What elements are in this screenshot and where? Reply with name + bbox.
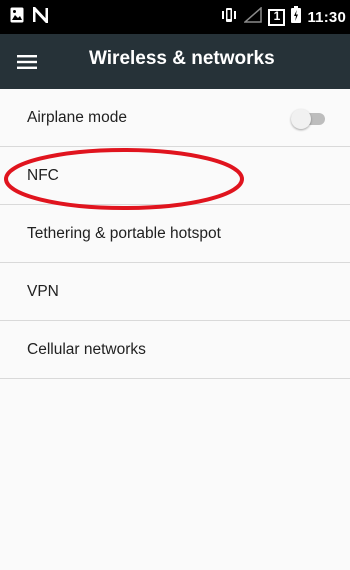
status-right-icons: 1 11:30: [220, 5, 346, 28]
tethering-hotspot-row[interactable]: Tethering & portable hotspot: [0, 205, 350, 263]
toggle-thumb: [291, 109, 311, 129]
airplane-mode-label: Airplane mode: [27, 108, 127, 126]
cellular-networks-label: Cellular networks: [27, 340, 146, 358]
vibrate-icon: [220, 7, 238, 28]
nfc-row[interactable]: NFC: [0, 147, 350, 205]
image-icon: [10, 7, 24, 28]
status-bar: 1 11:30: [0, 0, 350, 34]
sim-slot-number: 1: [273, 8, 281, 23]
nfc-label: NFC: [27, 166, 59, 184]
status-left-icons: [10, 3, 49, 28]
settings-list: Airplane mode NFC Tethering & portable h…: [0, 89, 350, 379]
app-bar: Wireless & networks: [0, 34, 350, 89]
status-time: 11:30: [307, 8, 346, 26]
page-title: Wireless & networks: [89, 48, 275, 69]
sim-1-icon: 1: [268, 8, 286, 26]
hamburger-menu-icon[interactable]: [12, 47, 42, 77]
airplane-mode-toggle[interactable]: [291, 109, 329, 129]
airplane-mode-row[interactable]: Airplane mode: [0, 89, 350, 147]
n-logo-icon: [32, 3, 49, 28]
vpn-label: VPN: [27, 282, 59, 300]
battery-icon: [291, 6, 302, 28]
vpn-row[interactable]: VPN: [0, 263, 350, 321]
cellular-networks-row[interactable]: Cellular networks: [0, 321, 350, 379]
no-signal-icon: [243, 5, 263, 28]
tethering-hotspot-label: Tethering & portable hotspot: [27, 224, 221, 242]
